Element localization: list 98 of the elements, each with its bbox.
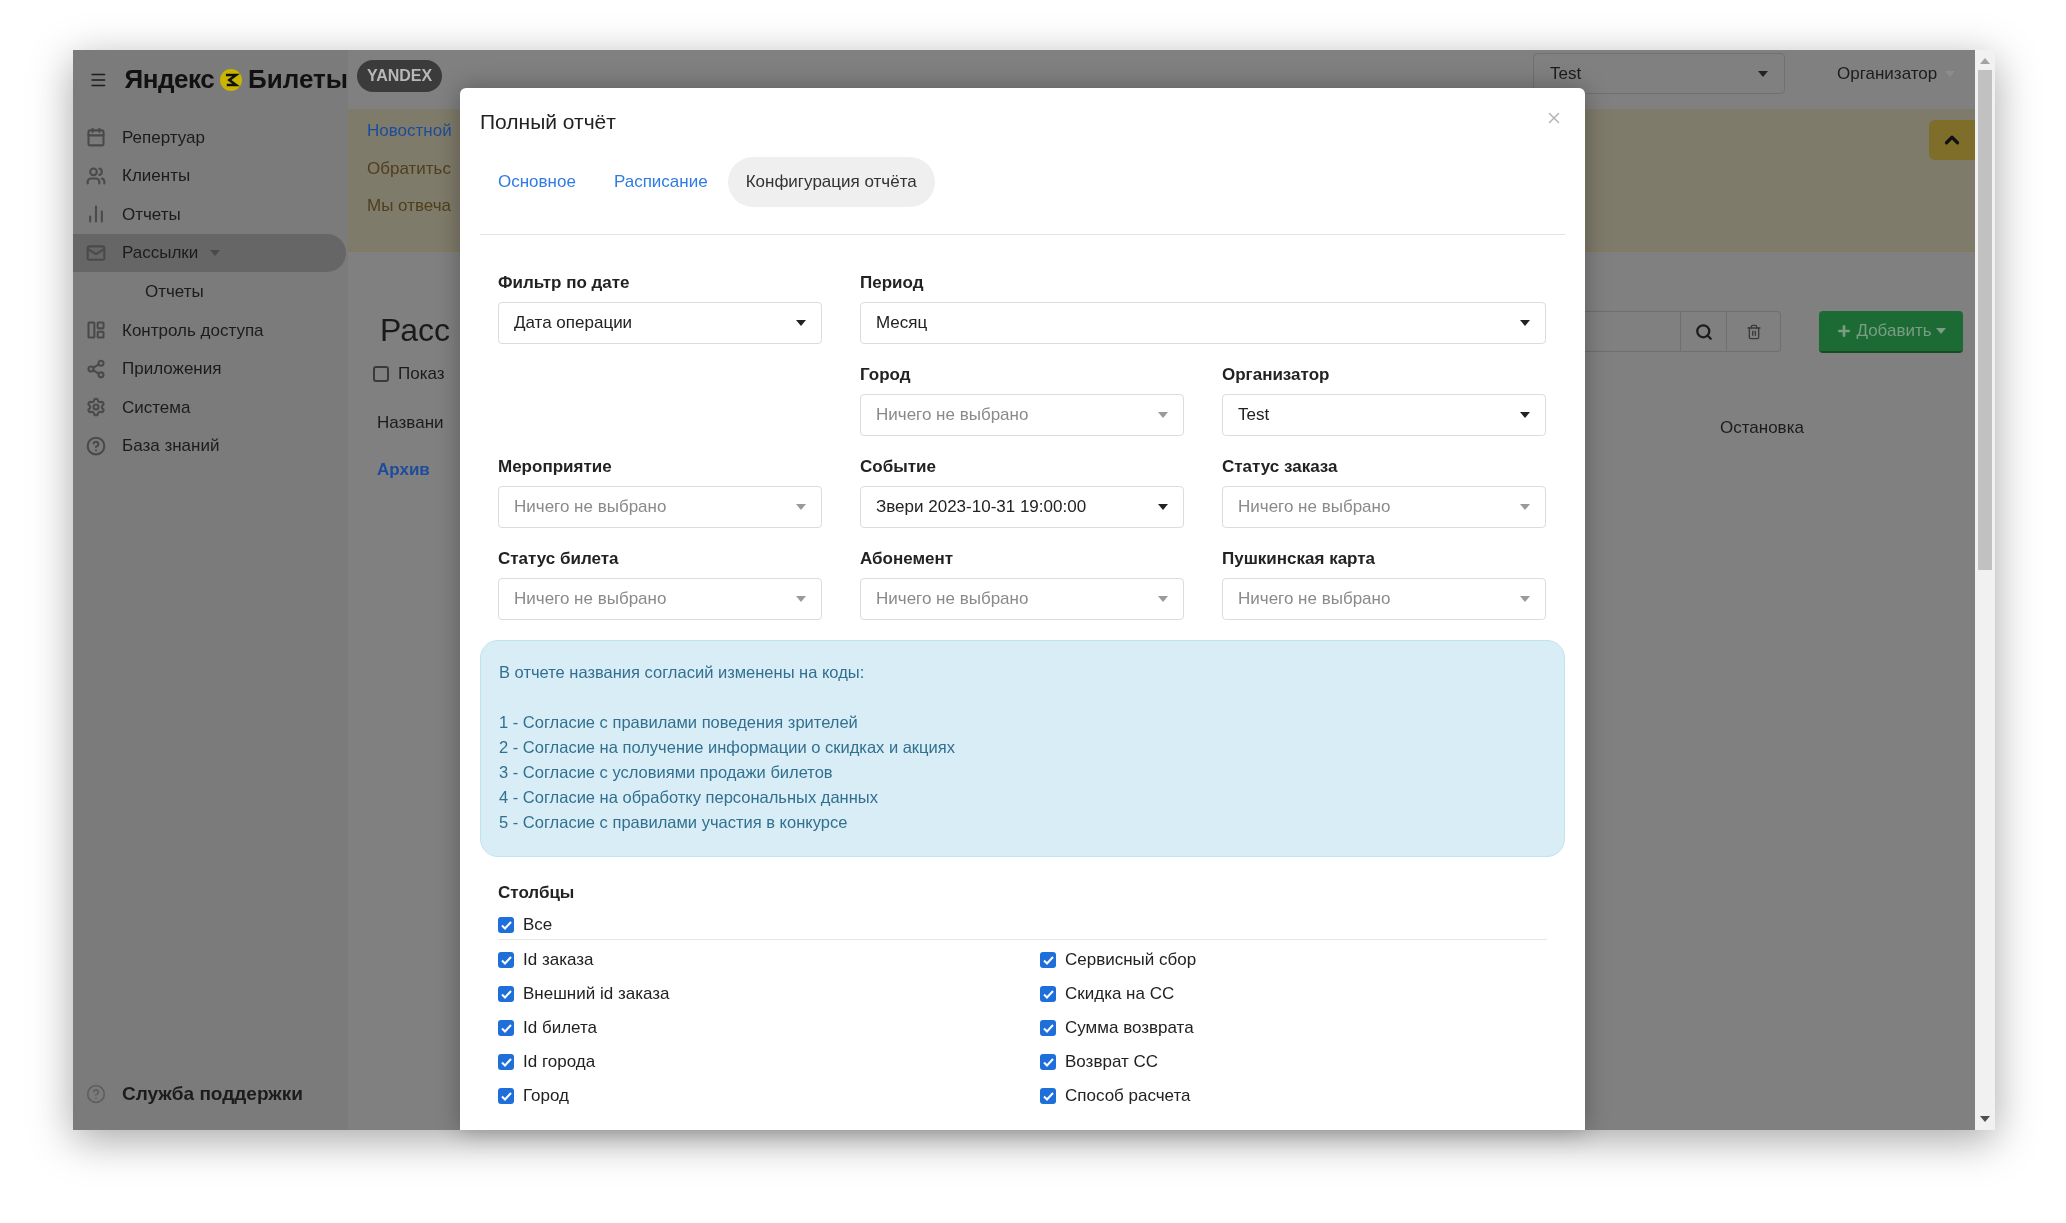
caret-icon xyxy=(1520,596,1530,602)
info-line: 1 - Согласие с правилами поведения зрителей xyxy=(499,712,858,733)
checkbox-label: Сумма возврата xyxy=(1065,1017,1194,1040)
select-field[interactable]: Ничего не выбрано xyxy=(498,578,822,620)
logo-icon xyxy=(220,66,243,93)
checkbox-label: Id билета xyxy=(523,1017,597,1040)
dialog-title: Полный отчёт xyxy=(480,109,616,136)
info-line: 2 - Согласие на получение информации о скидках и акциях xyxy=(499,737,955,758)
delete-button[interactable] xyxy=(1727,311,1781,352)
checkbox-label: Id заказа xyxy=(523,949,594,972)
select-field[interactable]: Дата операции xyxy=(498,302,822,344)
logo-text: Билеты xyxy=(248,63,348,96)
caret-icon xyxy=(1520,320,1530,326)
brand-badge: YANDEX xyxy=(357,60,443,92)
checkbox-label: Возврат СС xyxy=(1065,1051,1159,1074)
field-label: Период xyxy=(860,272,925,294)
scrollbar[interactable] xyxy=(1975,50,1995,1130)
field-label: Город xyxy=(860,364,912,386)
tab[interactable]: Конфигурация отчёта xyxy=(727,157,935,207)
page-title: Расс xyxy=(380,312,452,348)
scroll-down-icon[interactable] xyxy=(1980,1116,1990,1122)
support-link[interactable]: Служба поддержки xyxy=(122,1079,303,1108)
section-title: Столбцы xyxy=(498,882,576,904)
help-icon xyxy=(86,1083,106,1104)
column-header: Названи xyxy=(377,411,445,434)
search-icon xyxy=(1694,322,1713,341)
checkbox[interactable] xyxy=(1040,1020,1056,1036)
checkbox[interactable] xyxy=(1040,952,1056,968)
checkbox[interactable] xyxy=(498,917,514,933)
checkbox[interactable] xyxy=(498,1020,514,1036)
caret-icon xyxy=(1158,596,1168,602)
checkbox[interactable] xyxy=(498,1054,514,1070)
field-label: Статус заказа xyxy=(1222,456,1339,478)
caret-icon xyxy=(796,320,806,326)
info-line: 4 - Согласие на обработку персональных данных xyxy=(499,787,878,808)
help-icon xyxy=(86,436,106,457)
field-label: Статус билета xyxy=(498,548,620,570)
field-label: Пушкинская карта xyxy=(1222,548,1377,570)
select-field[interactable]: Звери 2023-10-31 19:00:00 xyxy=(860,486,1184,528)
sidebar-item[interactable]: Рассылки xyxy=(73,233,346,273)
select-field[interactable]: Test xyxy=(1222,394,1546,436)
select-field[interactable]: Ничего не выбрано xyxy=(860,394,1184,436)
checkbox[interactable] xyxy=(498,1088,514,1104)
field-label: Организатор xyxy=(1222,364,1331,386)
banner-text: Обратитьс xyxy=(367,157,451,180)
checkbox[interactable] xyxy=(498,952,514,968)
archive-link[interactable]: Архив xyxy=(377,457,430,483)
select-field[interactable]: Ничего не выбрано xyxy=(498,486,822,528)
checkbox[interactable] xyxy=(373,365,389,382)
checkbox[interactable] xyxy=(1040,1088,1056,1104)
checkbox-label: Способ расчета xyxy=(1065,1085,1191,1108)
checkbox[interactable] xyxy=(498,986,514,1002)
checkbox-label: Скидка на СС xyxy=(1065,983,1175,1006)
mail-icon xyxy=(86,243,106,264)
select-field[interactable]: Ничего не выбрано xyxy=(860,578,1184,620)
caret-icon xyxy=(796,596,806,602)
banner-text: Мы отвеча xyxy=(367,195,451,217)
select-field[interactable]: Месяц xyxy=(860,302,1546,344)
select-field[interactable]: Ничего не выбрано xyxy=(1222,578,1546,620)
column-header: Остановка xyxy=(1720,417,1805,439)
caret-icon xyxy=(796,504,806,510)
field-label: Фильтр по дате xyxy=(498,272,631,294)
caret-icon xyxy=(1158,504,1168,510)
caret-icon xyxy=(1520,412,1530,418)
panel-icon xyxy=(86,320,106,341)
checkbox-label: Внешний id заказа xyxy=(523,983,670,1006)
tab[interactable]: Основное xyxy=(480,157,594,207)
checkbox-label: Сервисный сбор xyxy=(1065,949,1197,972)
add-button[interactable]: Добавить xyxy=(1819,311,1963,353)
caret-icon xyxy=(1935,328,1946,334)
checkbox-label: Город xyxy=(523,1085,569,1108)
info-heading: В отчете названия согласий изменены на коды: xyxy=(499,662,865,683)
search-button[interactable] xyxy=(1680,311,1727,352)
checkbox-label: Id города xyxy=(523,1051,596,1074)
caret-icon xyxy=(1158,412,1168,418)
settings-icon xyxy=(86,397,106,418)
field-label: Событие xyxy=(860,456,937,478)
trash-icon xyxy=(1745,323,1762,340)
field-label: Абонемент xyxy=(860,548,955,570)
plus-icon xyxy=(1836,323,1853,339)
select-field[interactable]: Ничего не выбрано xyxy=(1222,486,1546,528)
checkbox[interactable] xyxy=(1040,1054,1056,1070)
collapse-button[interactable] xyxy=(1929,120,1975,160)
bar-chart-icon xyxy=(86,204,106,225)
info-line: 5 - Согласие с правилами участия в конкурсе xyxy=(499,812,848,833)
calendar-icon xyxy=(86,127,106,148)
tab[interactable]: Расписание xyxy=(595,157,726,207)
caret-icon xyxy=(1520,504,1530,510)
field-label: Мероприятие xyxy=(498,456,613,478)
user-menu[interactable]: Организатор xyxy=(1837,61,1956,87)
share-icon xyxy=(86,358,106,379)
caret-icon xyxy=(1758,70,1768,77)
logo-text: Яндекс xyxy=(124,63,215,96)
checkbox-label: Все xyxy=(523,914,553,937)
users-icon xyxy=(86,165,106,186)
checkbox[interactable] xyxy=(1040,986,1056,1002)
info-line: 3 - Согласие с условиями продажи билетов xyxy=(499,762,833,783)
checkbox-label: Показ xyxy=(398,363,445,385)
